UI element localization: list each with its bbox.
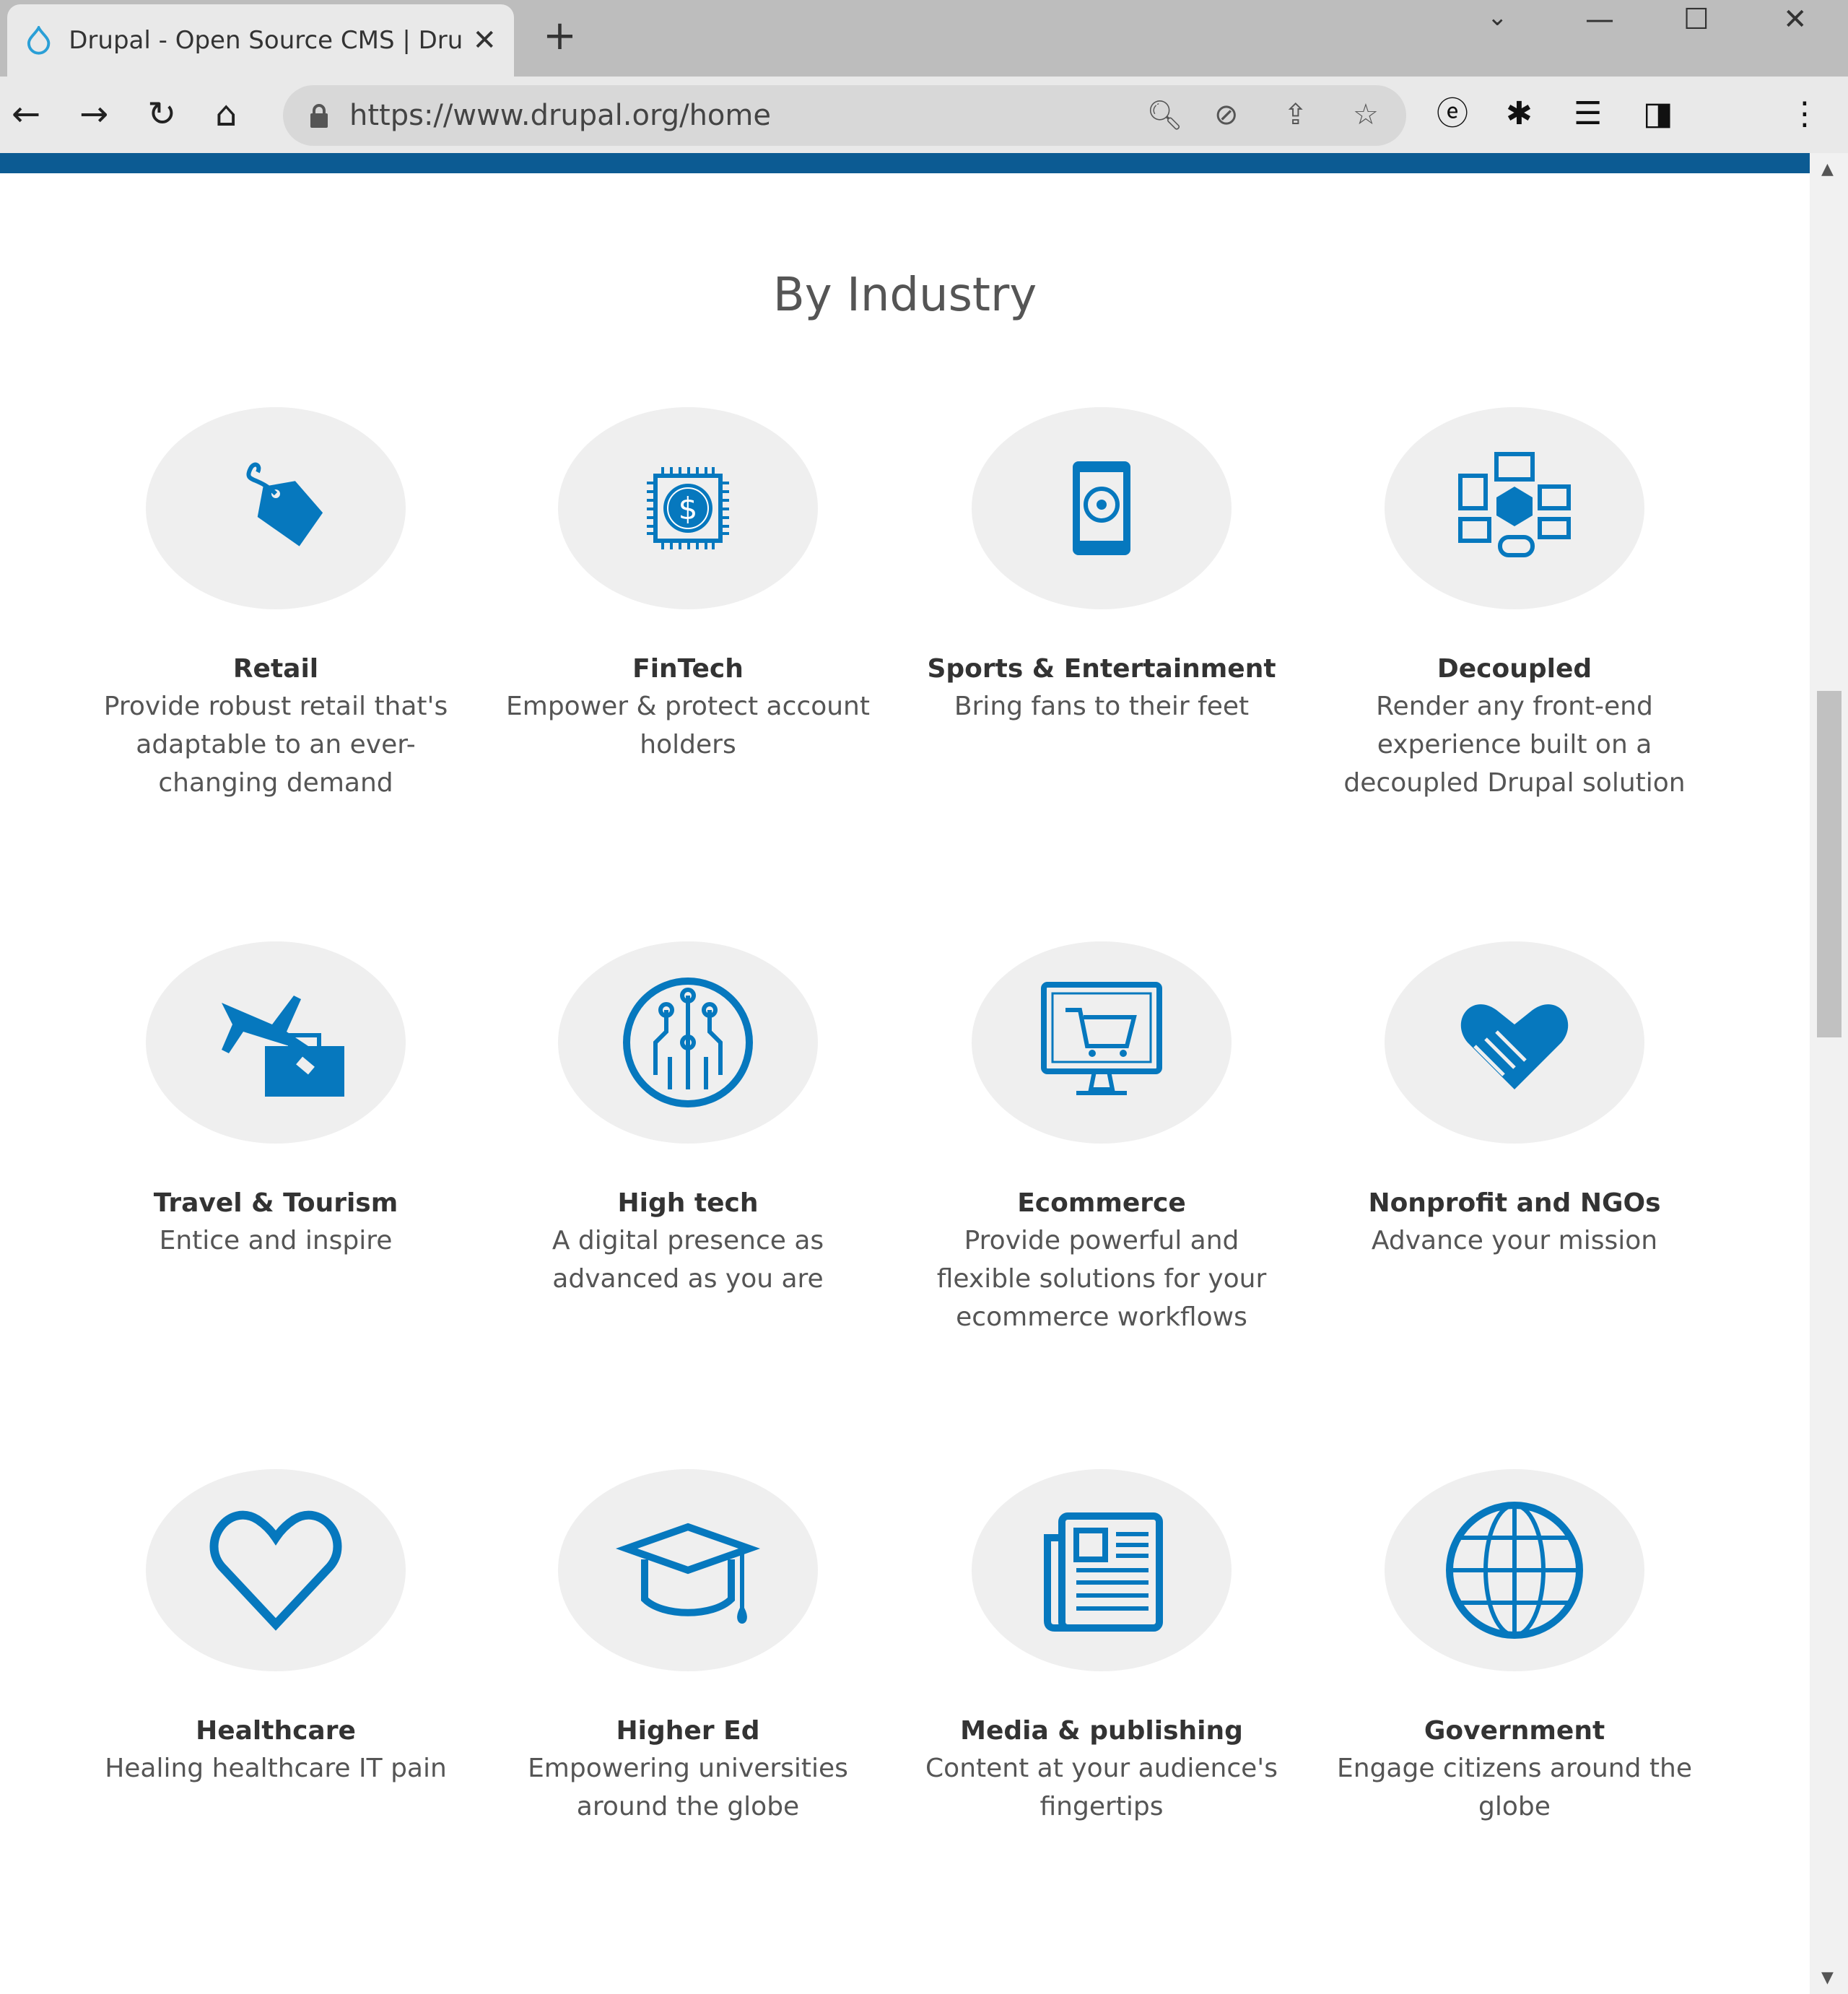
industry-card[interactable]: Nonprofit and NGOs Advance your mission [1312,941,1717,1260]
tab-strip: Drupal - Open Source CMS | Drupal.org ✕ … [0,0,1848,77]
industry-description: Engage citizens around the globe [1337,1754,1692,1821]
industry-description: Healing healthcare IT pain [105,1754,447,1783]
industry-description: A digital presence as advanced as you ar… [552,1226,824,1294]
industry-title[interactable]: FinTech [486,651,890,687]
drupal-favicon-icon [27,26,51,55]
industry-description: Provide powerful and flexible solutions … [936,1226,1267,1332]
browser-toolbar: ← → ↻ ⌂ https://www.drupal.org/home 🔍︎ ⊘… [0,77,1848,153]
media-queue-icon[interactable]: ☰ [1574,92,1602,136]
back-icon[interactable]: ← [12,92,40,136]
icon-background [972,941,1232,1144]
industry-description: Content at your audience's fingertips [925,1754,1278,1821]
reload-icon[interactable]: ↻ [147,92,176,136]
maximize-button[interactable]: ☐ [1683,3,1709,36]
industry-title[interactable]: Retail [74,651,478,687]
globe-icon [1446,1502,1583,1639]
zoom-icon[interactable]: 🔍︎ [1146,98,1183,132]
industry-title[interactable]: Higher Ed [486,1713,890,1749]
industry-card[interactable]: Healthcare Healing healthcare IT pain [74,1469,478,1788]
tab-title: Drupal - Open Source CMS | Drupal.org [69,26,465,55]
icon-background [1385,941,1644,1144]
heart-hand-icon [1460,1004,1569,1089]
icon-background [1385,407,1644,609]
icon-background: $ [558,407,818,609]
industry-description: Provide robust retail that's adaptable t… [103,692,448,798]
industry-title[interactable]: Decoupled [1312,651,1717,687]
industry-title[interactable]: Healthcare [74,1713,478,1749]
puzzle-icon[interactable]: ✱ [1506,92,1533,136]
icon-background [1385,1469,1644,1671]
devices-icon [1458,452,1571,557]
svg-text:$: $ [679,491,698,526]
minimize-button[interactable]: — [1585,3,1614,36]
icon-background [558,941,818,1144]
icon-background [558,1469,818,1671]
industry-title[interactable]: High tech [486,1185,890,1222]
industry-card[interactable]: Retail Provide robust retail that's adap… [74,407,478,802]
icon-background [146,941,406,1144]
icon-background [972,407,1232,609]
industry-card[interactable]: Media & publishing Content at your audie… [899,1469,1304,1826]
industry-description: Entice and inspire [159,1226,393,1255]
address-bar[interactable]: https://www.drupal.org/home 🔍︎ ⊘ ⇪ ☆ [283,85,1406,146]
industry-description: Empower & protect account holders [506,692,870,759]
industry-card[interactable]: Decoupled Render any front-end experienc… [1312,407,1717,802]
icon-background [972,1469,1232,1671]
industry-card[interactable]: Ecommerce Provide powerful and flexible … [899,941,1304,1336]
industry-title[interactable]: Media & publishing [899,1713,1304,1749]
share-icon[interactable]: ⇪ [1283,98,1308,131]
monitor-cart-icon [1041,982,1162,1095]
url-text[interactable]: https://www.drupal.org/home [349,99,771,132]
browser-tab[interactable]: Drupal - Open Source CMS | Drupal.org ✕ [7,4,514,77]
forward-icon[interactable]: → [79,92,108,136]
industry-title[interactable]: Nonprofit and NGOs [1312,1185,1717,1222]
industry-title[interactable]: Travel & Tourism [74,1185,478,1222]
new-tab-button[interactable]: + [543,14,577,58]
phone-soccer-icon [1073,461,1130,555]
heart-icon [209,1510,342,1631]
industry-title[interactable]: Government [1312,1713,1717,1749]
tab-close-icon[interactable]: ✕ [472,24,497,57]
industry-card[interactable]: Government Engage citizens around the gl… [1312,1469,1717,1826]
home-icon[interactable]: ⌂ [215,92,237,136]
industry-title[interactable]: Ecommerce [899,1185,1304,1222]
scroll-up-icon[interactable]: ▲ [1821,160,1834,178]
price-tag-icon [246,462,323,547]
industry-card[interactable]: Sports & Entertainment Bring fans to the… [899,407,1304,726]
lock-icon [310,104,328,128]
chip-dollar-icon: $ [647,467,729,549]
industry-card[interactable]: High tech A digital presence as advanced… [486,941,890,1298]
industry-description: Render any front-end experience built on… [1343,692,1686,798]
tab-search-icon[interactable]: ⌄ [1487,3,1508,32]
industry-card[interactable]: Higher Ed Empowering universities around… [486,1469,890,1826]
eye-off-icon[interactable]: ⊘ [1214,98,1239,131]
menu-icon[interactable]: ⋮ [1789,92,1821,136]
industry-title[interactable]: Sports & Entertainment [899,651,1304,687]
icon-background [146,407,406,609]
industry-card[interactable]: $ FinTech Empower & protect account hold… [486,407,890,764]
extension-e-icon[interactable]: ⓔ [1437,92,1468,136]
page-title: By Industry [772,269,1037,322]
sidebar-icon[interactable]: ◨ [1643,92,1673,136]
star-icon[interactable]: ☆ [1353,98,1379,131]
close-window-button[interactable]: ✕ [1783,3,1808,36]
plane-luggage-icon [222,996,344,1097]
graduation-cap-icon [615,1523,761,1624]
scrollbar[interactable]: ▲ ▼ [1810,153,1848,1994]
scroll-down-icon[interactable]: ▼ [1821,1969,1834,1987]
scrollbar-thumb[interactable] [1817,691,1842,1037]
industry-description: Empowering universities around the globe [528,1754,848,1821]
industry-card[interactable]: Travel & Tourism Entice and inspire [74,941,478,1260]
site-header-bar [0,153,1810,173]
page-content: By Industry Retail Provide robust retail… [0,173,1810,1994]
newspaper-icon [1044,1512,1163,1632]
industry-description: Bring fans to their feet [954,692,1250,721]
icon-background [146,1469,406,1671]
circuit-icon [623,978,753,1107]
industry-description: Advance your mission [1371,1226,1658,1255]
